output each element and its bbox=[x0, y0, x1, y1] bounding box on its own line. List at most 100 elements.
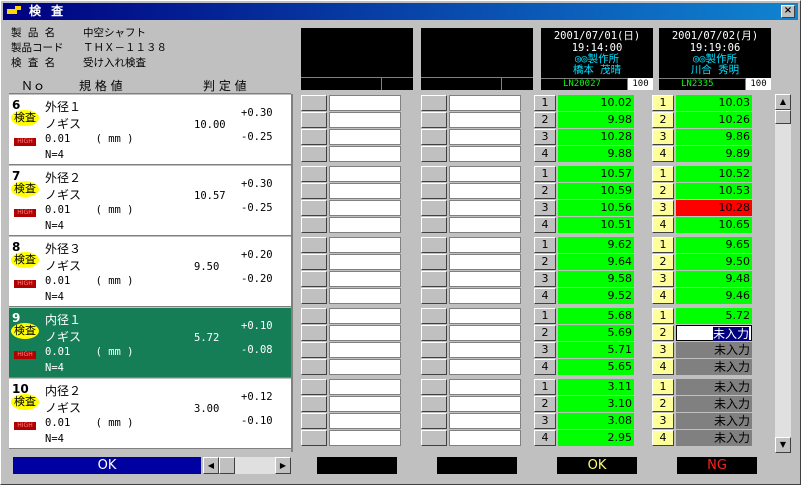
meter-button[interactable] bbox=[301, 217, 327, 233]
measurement-value[interactable]: 9.64 bbox=[558, 254, 634, 270]
scroll-left-arrow-icon[interactable]: ◀ bbox=[203, 457, 219, 474]
measurement-value[interactable]: 3.08 bbox=[558, 413, 634, 429]
measurement-index[interactable]: 2 bbox=[534, 396, 556, 412]
inspection-item[interactable]: 10 検査 HIGH 内径２ ノギス 0.01 ( mm ) N=4 3.00 … bbox=[9, 379, 291, 449]
meter-button[interactable] bbox=[301, 271, 327, 287]
measurement-index[interactable]: 2 bbox=[534, 254, 556, 270]
measurement-value[interactable]: 10.59 bbox=[558, 183, 634, 199]
meter-entry-box[interactable] bbox=[449, 325, 521, 341]
meter-button[interactable] bbox=[421, 271, 447, 287]
scroll-up-arrow-icon[interactable]: ▲ bbox=[775, 94, 791, 110]
meter-button[interactable] bbox=[421, 359, 447, 375]
meter-button[interactable] bbox=[301, 129, 327, 145]
measurement-index[interactable]: 2 bbox=[652, 325, 674, 341]
meter-entry-box[interactable] bbox=[329, 112, 401, 128]
meter-entry-box[interactable] bbox=[329, 200, 401, 216]
measurement-value[interactable]: 5.72 bbox=[676, 308, 752, 324]
meter-entry-box[interactable] bbox=[449, 308, 521, 324]
measurement-index[interactable]: 3 bbox=[534, 271, 556, 287]
measurement-value[interactable]: 10.53 bbox=[676, 183, 752, 199]
measurement-value[interactable]: 10.28 bbox=[676, 200, 752, 216]
meter-button[interactable] bbox=[301, 359, 327, 375]
measurement-value[interactable]: 9.88 bbox=[558, 146, 634, 162]
measurement-index[interactable]: 2 bbox=[534, 183, 556, 199]
measurement-index[interactable]: 4 bbox=[534, 217, 556, 233]
meter-button[interactable] bbox=[421, 200, 447, 216]
measurement-value[interactable]: 10.02 bbox=[558, 95, 634, 111]
measurement-index[interactable]: 4 bbox=[534, 288, 556, 304]
measurement-index[interactable]: 3 bbox=[534, 129, 556, 145]
measurement-value[interactable]: 未入力 bbox=[676, 430, 752, 446]
meter-button[interactable] bbox=[301, 288, 327, 304]
meter-button[interactable] bbox=[421, 379, 447, 395]
measurement-value[interactable]: 未入力 bbox=[676, 379, 752, 395]
meter-entry-box[interactable] bbox=[449, 254, 521, 270]
scroll-down-arrow-icon[interactable]: ▼ bbox=[775, 437, 791, 453]
measurement-value[interactable]: 9.65 bbox=[676, 237, 752, 253]
measurement-index[interactable]: 3 bbox=[652, 200, 674, 216]
measurement-index[interactable]: 1 bbox=[534, 379, 556, 395]
meter-entry-box[interactable] bbox=[449, 200, 521, 216]
close-button[interactable]: × bbox=[781, 5, 795, 18]
meter-entry-box[interactable] bbox=[449, 288, 521, 304]
inspection-item[interactable]: 8 検査 HIGH 外径３ ノギス 0.01 ( mm ) N=4 9.50 +… bbox=[9, 237, 291, 307]
meter-entry-box[interactable] bbox=[329, 396, 401, 412]
meter-button[interactable] bbox=[421, 146, 447, 162]
meter-button[interactable] bbox=[301, 112, 327, 128]
meter-entry-box[interactable] bbox=[449, 129, 521, 145]
measurement-value[interactable]: 10.26 bbox=[676, 112, 752, 128]
meter-button[interactable] bbox=[301, 183, 327, 199]
measurement-value[interactable]: 9.58 bbox=[558, 271, 634, 287]
meter-entry-box[interactable] bbox=[329, 288, 401, 304]
measurement-value[interactable]: 未入力 bbox=[676, 342, 752, 358]
measurement-value[interactable]: 9.62 bbox=[558, 237, 634, 253]
scroll-right-arrow-icon[interactable]: ▶ bbox=[275, 457, 291, 474]
meter-entry-box[interactable] bbox=[449, 413, 521, 429]
meter-entry-box[interactable] bbox=[449, 166, 521, 182]
measurement-value[interactable]: 未入力 bbox=[676, 413, 752, 429]
meter-entry-box[interactable] bbox=[449, 342, 521, 358]
measurement-index[interactable]: 1 bbox=[652, 95, 674, 111]
measurement-index[interactable]: 3 bbox=[534, 413, 556, 429]
measurement-value[interactable]: 5.71 bbox=[558, 342, 634, 358]
meter-entry-box[interactable] bbox=[449, 237, 521, 253]
meter-button[interactable] bbox=[301, 325, 327, 341]
measurement-index[interactable]: 4 bbox=[652, 430, 674, 446]
measurement-index[interactable]: 2 bbox=[652, 396, 674, 412]
meter-entry-box[interactable] bbox=[329, 359, 401, 375]
meter-entry-box[interactable] bbox=[329, 413, 401, 429]
measurement-index[interactable]: 1 bbox=[534, 237, 556, 253]
measurement-value[interactable]: 10.03 bbox=[676, 95, 752, 111]
meter-button[interactable] bbox=[301, 430, 327, 446]
measurement-index[interactable]: 4 bbox=[652, 146, 674, 162]
measurement-value[interactable]: 未入力 bbox=[676, 359, 752, 375]
meter-entry-box[interactable] bbox=[329, 325, 401, 341]
measurement-value[interactable]: 10.51 bbox=[558, 217, 634, 233]
inspect-badge[interactable]: 検査 bbox=[11, 181, 39, 197]
inspection-item[interactable]: 9 検査 HIGH 内径１ ノギス 0.01 ( mm ) N=4 5.72 +… bbox=[9, 308, 291, 378]
measurement-index[interactable]: 3 bbox=[652, 129, 674, 145]
meter-button[interactable] bbox=[301, 166, 327, 182]
meter-entry-box[interactable] bbox=[449, 112, 521, 128]
measurement-value[interactable]: 10.56 bbox=[558, 200, 634, 216]
meter-entry-box[interactable] bbox=[329, 342, 401, 358]
measurement-index[interactable]: 2 bbox=[652, 183, 674, 199]
measurement-index[interactable]: 2 bbox=[652, 112, 674, 128]
measurement-value[interactable]: 10.65 bbox=[676, 217, 752, 233]
meter-entry-box[interactable] bbox=[329, 129, 401, 145]
meter-button[interactable] bbox=[301, 146, 327, 162]
measurement-index[interactable]: 4 bbox=[652, 217, 674, 233]
measurement-index[interactable]: 3 bbox=[652, 342, 674, 358]
meter-button[interactable] bbox=[421, 217, 447, 233]
measurement-value[interactable]: 3.10 bbox=[558, 396, 634, 412]
meter-button[interactable] bbox=[421, 95, 447, 111]
inspection-item[interactable]: 7 検査 HIGH 外径２ ノギス 0.01 ( mm ) N=4 10.57 … bbox=[9, 166, 291, 236]
measurement-index[interactable]: 1 bbox=[534, 95, 556, 111]
hscroll-thumb[interactable] bbox=[219, 457, 235, 474]
meter-button[interactable] bbox=[301, 308, 327, 324]
measurement-index[interactable]: 4 bbox=[534, 146, 556, 162]
meter-button[interactable] bbox=[301, 413, 327, 429]
measurement-index[interactable]: 2 bbox=[534, 325, 556, 341]
measurement-index[interactable]: 3 bbox=[534, 200, 556, 216]
measurement-index[interactable]: 1 bbox=[534, 166, 556, 182]
